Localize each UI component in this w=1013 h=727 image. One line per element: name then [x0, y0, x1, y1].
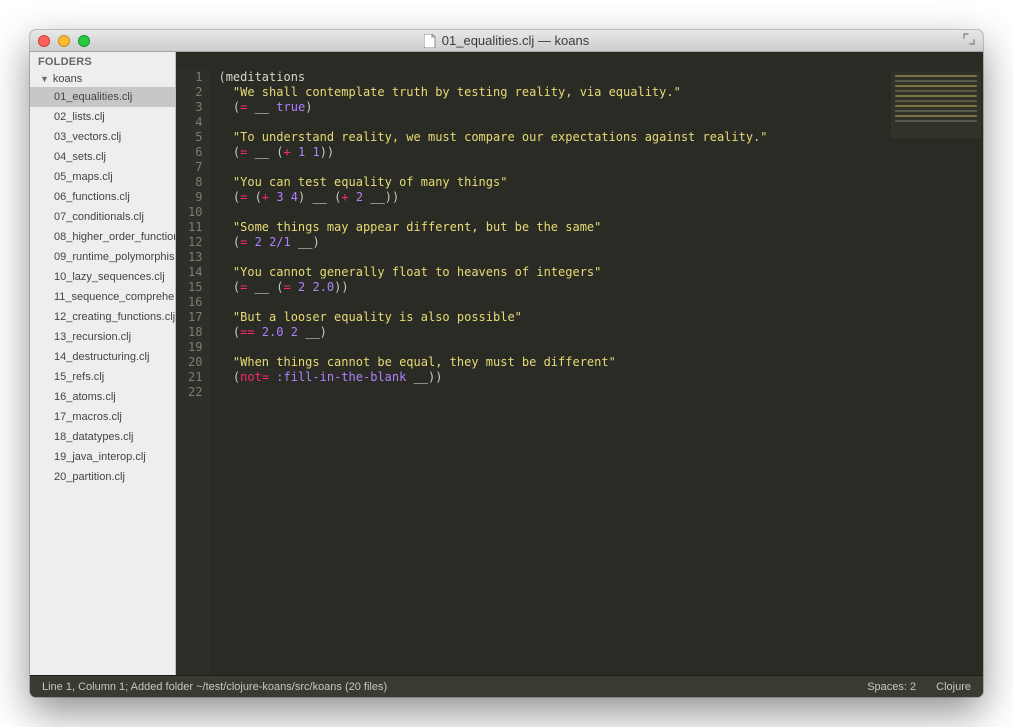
- folder-row[interactable]: ▼ koans: [30, 71, 175, 87]
- file-item[interactable]: 01_equalities.clj: [30, 87, 175, 107]
- window-title-text: 01_equalities.clj — koans: [442, 33, 589, 48]
- status-bar: Line 1, Column 1; Added folder ~/test/cl…: [30, 675, 983, 697]
- traffic-lights: [38, 35, 90, 47]
- disclosure-triangle-icon[interactable]: ▼: [40, 74, 49, 84]
- file-item[interactable]: 07_conditionals.clj: [30, 207, 175, 227]
- status-left: Line 1, Column 1; Added folder ~/test/cl…: [42, 681, 387, 693]
- sidebar-header: FOLDERS: [30, 52, 175, 71]
- file-item[interactable]: 10_lazy_sequences.clj: [30, 267, 175, 287]
- app-window: 01_equalities.clj — koans FOLDERS ▼ koan…: [30, 30, 983, 697]
- code-content[interactable]: (meditations "We shall contemplate truth…: [210, 70, 983, 675]
- file-item[interactable]: 12_creating_functions.clj: [30, 307, 175, 327]
- status-syntax[interactable]: Clojure: [936, 681, 971, 693]
- file-item[interactable]: 06_functions.clj: [30, 187, 175, 207]
- tab-strip: [176, 52, 983, 70]
- file-item[interactable]: 05_maps.clj: [30, 167, 175, 187]
- file-item[interactable]: 09_runtime_polymorphism.clj: [30, 247, 175, 267]
- zoom-button[interactable]: [78, 35, 90, 47]
- code-editor[interactable]: 12345678910111213141516171819202122 (med…: [176, 70, 983, 675]
- file-icon: [424, 34, 436, 48]
- window-title: 01_equalities.clj — koans: [30, 33, 983, 48]
- file-list: 01_equalities.clj02_lists.clj03_vectors.…: [30, 87, 175, 487]
- file-item[interactable]: 15_refs.clj: [30, 367, 175, 387]
- file-item[interactable]: 19_java_interop.clj: [30, 447, 175, 467]
- file-item[interactable]: 04_sets.clj: [30, 147, 175, 167]
- file-item[interactable]: 18_datatypes.clj: [30, 427, 175, 447]
- close-button[interactable]: [38, 35, 50, 47]
- minimap[interactable]: [891, 72, 981, 138]
- sidebar: FOLDERS ▼ koans 01_equalities.clj02_list…: [30, 52, 176, 675]
- file-item[interactable]: 03_vectors.clj: [30, 127, 175, 147]
- file-item[interactable]: 20_partition.clj: [30, 467, 175, 487]
- minimize-button[interactable]: [58, 35, 70, 47]
- file-item[interactable]: 11_sequence_comprehensions.clj: [30, 287, 175, 307]
- file-item[interactable]: 02_lists.clj: [30, 107, 175, 127]
- file-item[interactable]: 13_recursion.clj: [30, 327, 175, 347]
- editor-area: 12345678910111213141516171819202122 (med…: [176, 52, 983, 675]
- fullscreen-icon[interactable]: [963, 32, 975, 50]
- titlebar: 01_equalities.clj — koans: [30, 30, 983, 52]
- line-number-gutter: 12345678910111213141516171819202122: [176, 70, 210, 675]
- file-item[interactable]: 16_atoms.clj: [30, 387, 175, 407]
- file-item[interactable]: 08_higher_order_functions.clj: [30, 227, 175, 247]
- file-item[interactable]: 14_destructuring.clj: [30, 347, 175, 367]
- folder-name: koans: [53, 73, 82, 85]
- file-item[interactable]: 17_macros.clj: [30, 407, 175, 427]
- status-indent[interactable]: Spaces: 2: [867, 681, 916, 693]
